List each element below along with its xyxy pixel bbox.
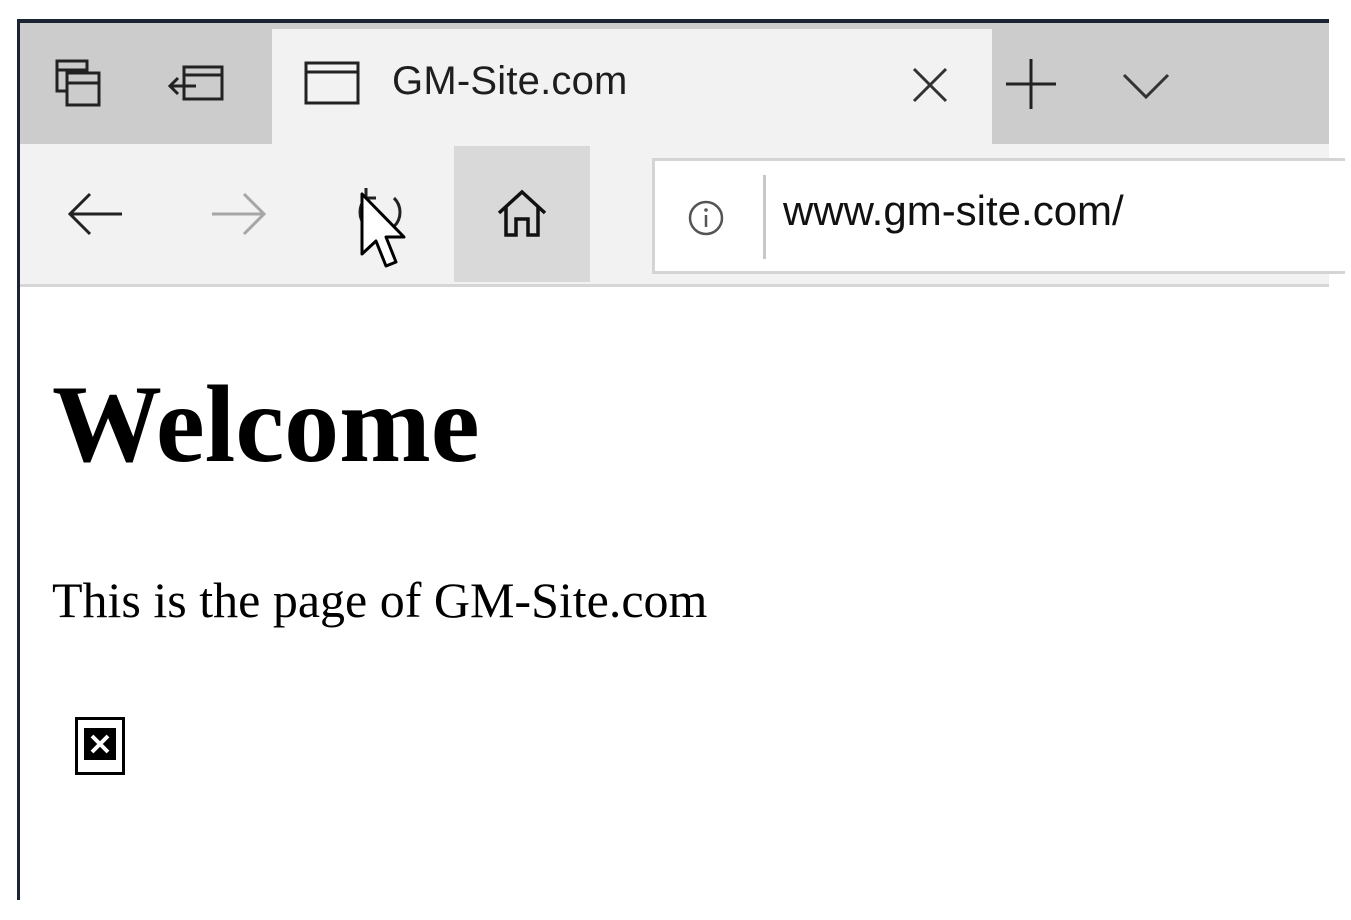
page-text: This is the page of GM-Site.com (52, 572, 708, 628)
close-icon[interactable] (908, 63, 952, 107)
set-tabs-aside-button[interactable] (138, 23, 256, 144)
back-arrow-icon (67, 192, 122, 236)
back-button[interactable] (28, 146, 164, 282)
image-x-icon (90, 734, 110, 754)
tab-sets-button[interactable] (20, 23, 138, 144)
plus-icon[interactable] (1000, 53, 1062, 115)
mouse-cursor-icon (360, 192, 406, 268)
home-button[interactable] (454, 146, 590, 282)
url-text[interactable]: www.gm-site.com/ (783, 187, 1124, 235)
page-icon (304, 61, 360, 105)
info-icon[interactable] (687, 199, 725, 237)
home-icon (497, 189, 547, 237)
forward-button[interactable] (170, 146, 306, 282)
tab-sets-icon (55, 59, 101, 106)
address-bar[interactable]: www.gm-site.com/ (652, 158, 1345, 274)
broken-image-icon (75, 717, 125, 775)
forward-arrow-icon (212, 192, 267, 236)
navigation-toolbar: www.gm-site.com/ (20, 144, 1345, 287)
tab-strip: GM-Site.com (20, 23, 1329, 144)
page-content: Welcome This is the page of GM-Site.com (20, 287, 1329, 900)
set-tabs-aside-icon (167, 65, 224, 100)
page-heading: Welcome (52, 363, 480, 485)
address-separator (763, 175, 766, 259)
chevron-down-icon[interactable] (1118, 65, 1174, 105)
tab-title: GM-Site.com (392, 59, 628, 103)
tab-gm-site[interactable]: GM-Site.com (272, 29, 992, 144)
